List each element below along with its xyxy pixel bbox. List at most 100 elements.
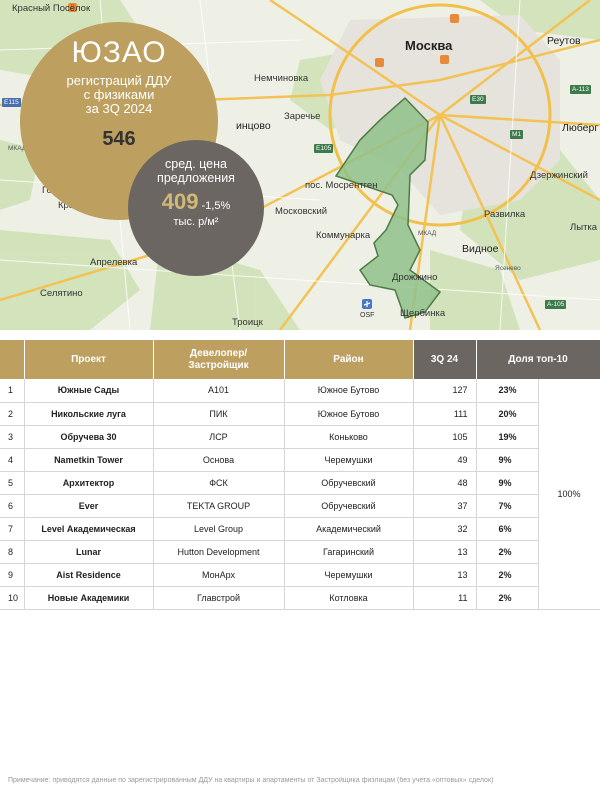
- row-developer: ЛСР: [153, 425, 285, 449]
- map-label-odintsovo: инцово: [236, 120, 271, 132]
- map-label-razvilka: Развилка: [484, 209, 526, 220]
- row-share: 9%: [476, 471, 539, 495]
- row-number: 7: [0, 517, 25, 541]
- row-project: Архитектор: [24, 471, 154, 495]
- map-label-vidnoe: Видное: [462, 243, 499, 255]
- price-value: 409: [161, 189, 199, 214]
- row-project: Nametkin Tower: [24, 448, 154, 472]
- road-badge-e115: E115: [2, 98, 21, 107]
- row-project: Lunar: [24, 540, 154, 564]
- price-caption: сред. цена предложения: [157, 157, 235, 185]
- row-project: Aist Residence: [24, 563, 154, 587]
- road-badge-e105: E105: [314, 144, 334, 153]
- map-label-airport: OSF: [360, 312, 375, 319]
- fuel-station-icon: [450, 14, 459, 23]
- row-number: 3: [0, 425, 25, 449]
- row-share: 20%: [476, 402, 539, 426]
- map-label-moskovsky: Московский: [275, 206, 328, 217]
- row-district: Южное Бутово: [284, 379, 414, 403]
- header-share: Доля топ-10: [476, 340, 600, 379]
- header-district: Район: [284, 340, 414, 379]
- map-label-selyatino: Селятино: [40, 288, 83, 299]
- price-change: -1,5%: [201, 200, 231, 212]
- row-quarter-value: 13: [413, 540, 477, 564]
- map-label-shcherbinka: Щербинка: [400, 308, 446, 319]
- row-district: Академический: [284, 517, 414, 541]
- row-project: Никольские луга: [24, 402, 154, 426]
- table-row: 1 Южные Сады А101 Южное Бутово 127 23% 100%: [0, 379, 600, 610]
- fuel-station-icon: [375, 58, 384, 67]
- map-label-lyubertsy: Люберг: [562, 122, 599, 134]
- row-project: Южные Сады: [24, 379, 154, 403]
- row-project: Level Академическая: [24, 517, 154, 541]
- row-quarter-value: 48: [413, 471, 477, 495]
- header-index: [0, 340, 25, 379]
- map-label-dzerzhinsky: Дзержинский: [530, 170, 588, 181]
- top10-projects-table: Проект Девелопер/ Застройщик Район 3Q 24…: [0, 340, 600, 610]
- row-number: 1: [0, 379, 25, 403]
- footnote: Примечание: приводятся данные по зарегис…: [8, 777, 494, 784]
- row-number: 2: [0, 402, 25, 426]
- row-quarter-value: 105: [413, 425, 477, 449]
- price-unit: тыс. р/м²: [173, 216, 219, 228]
- row-quarter-value: 11: [413, 586, 477, 610]
- map-label-moscow: Москва: [405, 38, 453, 53]
- row-number: 5: [0, 471, 25, 495]
- table-row: 8 Lunar Hutton Development Гагаринский 13 2%: [0, 540, 600, 564]
- table-row: 5 Архитектор ФСК Обручевский 48 9%: [0, 471, 600, 495]
- fuel-station-icon: [440, 55, 449, 64]
- road-badge-a113: A-113: [570, 85, 591, 94]
- row-number: 9: [0, 563, 25, 587]
- row-number: 10: [0, 586, 25, 610]
- row-share: 9%: [476, 448, 539, 472]
- row-district: Обручевский: [284, 471, 414, 495]
- row-number: 6: [0, 494, 25, 518]
- row-number: 8: [0, 540, 25, 564]
- row-developer: А101: [153, 379, 285, 403]
- total-share: 100%: [538, 379, 600, 610]
- table-row: 6 Ever TEKTA GROUP Обручевский 37 7%: [0, 494, 600, 518]
- header-project: Проект: [24, 340, 154, 379]
- row-number: 4: [0, 448, 25, 472]
- map-label-zarechye: Заречье: [284, 111, 321, 122]
- road-badge-m1: M1: [510, 130, 524, 139]
- row-quarter-value: 127: [413, 379, 477, 403]
- row-project: Новые Академики: [24, 586, 154, 610]
- row-project: Ever: [24, 494, 154, 518]
- row-district: Черемушки: [284, 448, 414, 472]
- header-developer: Девелопер/ Застройщик: [153, 340, 285, 379]
- map-label-mosrentgen: пос. Мосрентген: [305, 180, 378, 191]
- row-district: Обручевский: [284, 494, 414, 518]
- row-quarter-value: 111: [413, 402, 477, 426]
- map-label-reutov: Реутов: [547, 35, 581, 47]
- row-developer: МонАрх: [153, 563, 285, 587]
- map-label-yasenevo: Ясенево: [495, 265, 521, 272]
- row-share: 2%: [476, 540, 539, 564]
- table-row: 2 Никольские луга ПИК Южное Бутово 111 20%: [0, 402, 600, 426]
- row-share: 19%: [476, 425, 539, 449]
- row-developer: Главстрой: [153, 586, 285, 610]
- map-label-nemchinovka: Немчиновка: [254, 73, 309, 84]
- row-developer: Hutton Development: [153, 540, 285, 564]
- map-label-kommunarka: Коммунарка: [316, 230, 371, 241]
- table-body: 1 Южные Сады А101 Южное Бутово 127 23% 100% 2 Ни…: [0, 379, 600, 610]
- row-district: Черемушки: [284, 563, 414, 587]
- row-share: 2%: [476, 586, 539, 610]
- price-row: 409 -1,5%: [128, 189, 264, 215]
- table-row: 7 Level Академическая Level Group Академиче…: [0, 517, 600, 541]
- row-district: Гагаринский: [284, 540, 414, 564]
- table-row: 3 Обручева 30 ЛСР Коньково 105 19%: [0, 425, 600, 449]
- row-developer: Level Group: [153, 517, 285, 541]
- road-badge-e30: E30: [470, 95, 486, 104]
- table-row: 4 Nametkin Tower Основа Черемушки 49 9%: [0, 448, 600, 472]
- table-row: 9 Aist Residence МонАрх Черемушки 13 2%: [0, 563, 600, 587]
- district-map[interactable]: Красный Посёлок Москва Реутов Немчиновка…: [0, 0, 600, 330]
- map-label-aprelevka: Апрелевка: [90, 257, 138, 268]
- row-developer: ФСК: [153, 471, 285, 495]
- row-developer: ПИК: [153, 402, 285, 426]
- map-label-drozhzhino: Дрожжино: [392, 272, 438, 283]
- row-quarter-value: 49: [413, 448, 477, 472]
- row-district: Коньково: [284, 425, 414, 449]
- row-developer: TEKTA GROUP: [153, 494, 285, 518]
- row-district: Южное Бутово: [284, 402, 414, 426]
